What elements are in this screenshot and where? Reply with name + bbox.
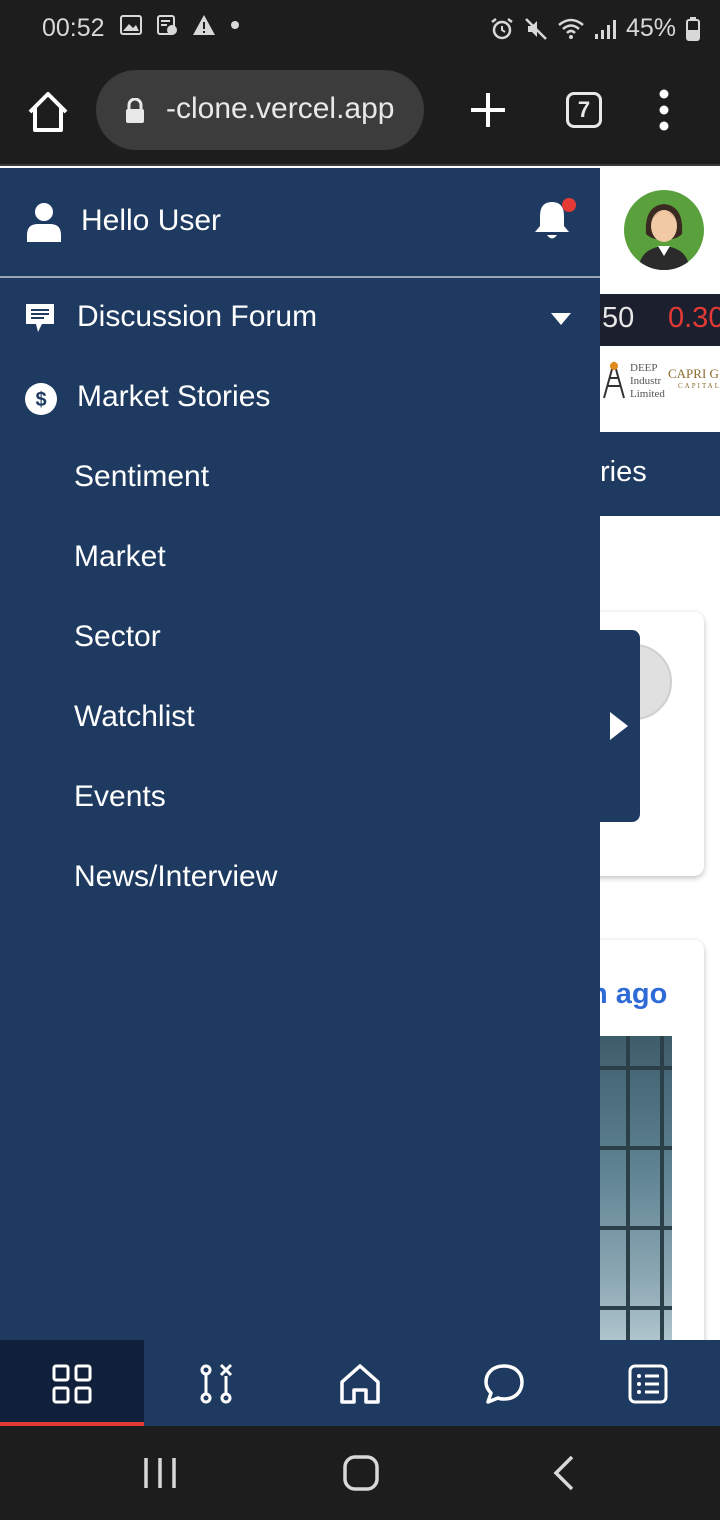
dot-icon: [231, 21, 239, 29]
drawer-item-market-stories[interactable]: $ Market Stories: [0, 360, 600, 440]
drawer-subitem-label: Market: [74, 540, 166, 573]
drawer-header: Hello User: [0, 168, 600, 278]
news-card-timestamp: n ago: [600, 978, 668, 1010]
chat-bubble-icon: [484, 1364, 524, 1404]
status-notification-icons: [120, 14, 240, 36]
bottom-nav-routes[interactable]: [144, 1340, 288, 1426]
ticker-change: 0.30: [668, 302, 720, 334]
logo-deep-line-3: Limited: [630, 388, 665, 400]
background-page: 50 0.30 DEEP Industr Limited CAPRI G CAP…: [600, 168, 720, 1340]
warning-icon: [193, 15, 215, 35]
capri-global-logo: CAPRI G CAPITAL: [668, 358, 720, 402]
drawer-item-discussion-forum[interactable]: Discussion Forum: [0, 280, 600, 360]
list-icon: [628, 1364, 668, 1404]
drawer-item-label: Market Stories: [77, 380, 271, 413]
battery-percent: 45%: [625, 14, 676, 42]
drawer-subitem-sector[interactable]: Sector: [0, 600, 600, 680]
oil-rig-icon: [603, 361, 625, 399]
drawer-subitem-label: News/Interview: [74, 860, 278, 893]
address-bar[interactable]: -clone.vercel.app: [96, 70, 424, 150]
carousel-next-button[interactable]: [600, 630, 640, 822]
svg-text:$: $: [35, 389, 46, 411]
background-tab-bar: ries: [600, 432, 720, 516]
recent-apps-icon[interactable]: [142, 1456, 178, 1490]
clipboard-check-icon: [157, 15, 177, 35]
drawer-subitem-market[interactable]: Market: [0, 520, 600, 600]
drawer-subitem-label: Sentiment: [74, 460, 210, 493]
drawer-subitem-news-interview[interactable]: News/Interview: [0, 840, 600, 920]
drawer-subitem-events[interactable]: Events: [0, 760, 600, 840]
status-bar: 00:52 45%: [0, 0, 720, 56]
user-greeting: Hello User: [81, 204, 222, 237]
browser-toolbar: -clone.vercel.app 7: [0, 56, 720, 166]
status-system-icons: 45%: [490, 14, 700, 43]
logo-capri-subtext: CAPITAL: [678, 382, 720, 390]
plus-icon: [471, 93, 505, 127]
drawer-subitem-label: Sector: [74, 620, 161, 653]
lock-icon: [126, 98, 144, 123]
more-vertical-icon: [659, 89, 669, 131]
notification-badge: [562, 198, 576, 212]
gallery-icon: [120, 15, 142, 35]
caret-down-icon[interactable]: [550, 312, 572, 326]
back-icon[interactable]: [550, 1454, 576, 1492]
url-text: -clone.vercel.app: [166, 92, 395, 125]
battery-icon: [686, 16, 700, 41]
ticker-value: 50: [602, 302, 635, 334]
drawer-subitem-watchlist[interactable]: Watchlist: [0, 680, 600, 760]
bottom-nav-list[interactable]: [576, 1340, 720, 1426]
system-navigation-bar: [0, 1426, 720, 1520]
user-icon: [27, 203, 61, 242]
mute-icon: [525, 17, 547, 40]
alarm-icon: [491, 17, 513, 39]
browser-menu-button[interactable]: [654, 88, 674, 132]
ticker-strip: 50 0.30: [600, 294, 720, 346]
drawer-subitem-label: Events: [74, 780, 166, 813]
status-time: 00:52: [42, 14, 105, 42]
drawer-item-label: Discussion Forum: [77, 300, 318, 333]
deep-industries-logo: DEEP Industr Limited: [600, 358, 666, 402]
logo-deep-line-2: Industr: [630, 375, 662, 387]
bottom-navigation: [0, 1340, 720, 1426]
grid-icon: [52, 1364, 92, 1404]
background-tab-label: ries: [600, 456, 647, 488]
system-home-icon[interactable]: [342, 1454, 380, 1492]
side-drawer: Hello User Discussion Forum $ Market Sto…: [0, 168, 600, 1340]
new-tab-button[interactable]: [468, 90, 508, 130]
bottom-nav-chat[interactable]: [432, 1340, 576, 1426]
dollar-icon: $: [25, 383, 57, 415]
bottom-nav-grid[interactable]: [0, 1340, 144, 1426]
caret-right-icon: [610, 712, 628, 740]
drawer-subitem-sentiment[interactable]: Sentiment: [0, 440, 600, 520]
news-card: n ago: [600, 940, 704, 1340]
wifi-icon: [558, 18, 584, 39]
routes-icon: [200, 1363, 233, 1404]
home-icon: [340, 1364, 380, 1404]
news-card-image: [600, 1036, 672, 1340]
browser-home-button[interactable]: [24, 90, 72, 134]
sponsor-logos: DEEP Industr Limited CAPRI G CAPITAL: [600, 358, 720, 408]
drawer-subitem-label: Watchlist: [74, 700, 195, 733]
profile-avatar[interactable]: [624, 190, 704, 270]
logo-deep-line-1: DEEP: [630, 362, 658, 374]
home-outline-icon: [28, 92, 68, 132]
signal-icon: [594, 19, 616, 39]
chat-icon: [26, 304, 54, 332]
woman-avatar-icon: [638, 204, 690, 270]
logo-capri-text: CAPRI G: [668, 366, 719, 381]
bottom-nav-home[interactable]: [288, 1340, 432, 1426]
tab-switcher-button[interactable]: 7: [566, 92, 602, 128]
